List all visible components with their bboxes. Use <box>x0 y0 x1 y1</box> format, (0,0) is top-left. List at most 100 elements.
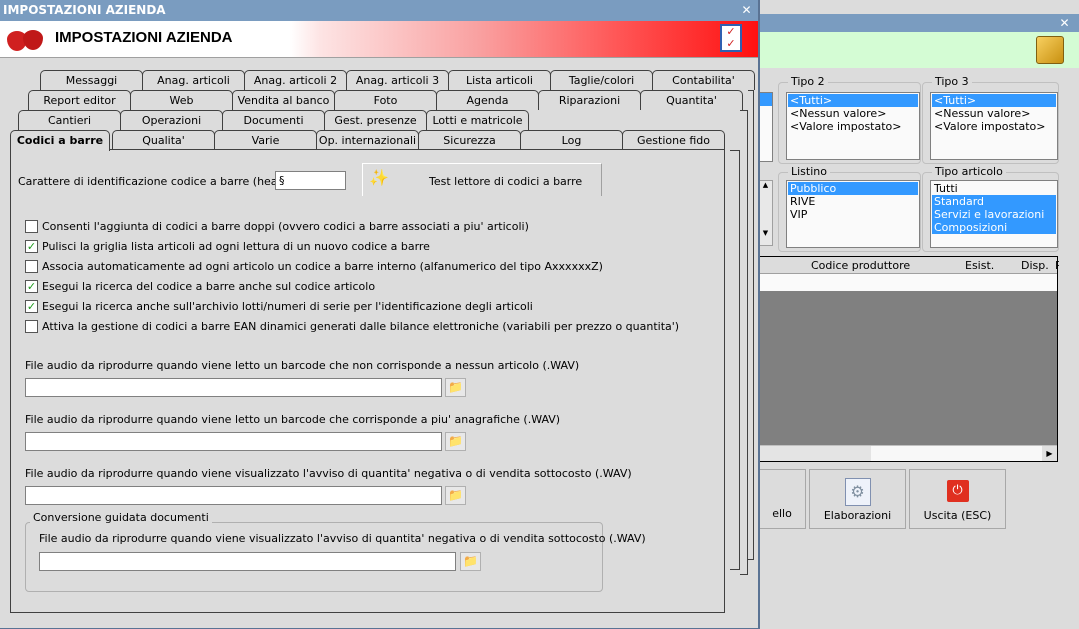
tab-panel-codici-a-barre: Carattere di identificazione codice a ba… <box>10 149 725 613</box>
tab-op-internazionali[interactable]: Op. internazionali <box>316 130 419 150</box>
list-item[interactable]: Pubblico <box>788 182 918 195</box>
list-item[interactable]: RIVE <box>788 195 918 208</box>
file-input[interactable] <box>25 486 442 505</box>
group-label: Tipo articolo <box>932 165 1006 178</box>
listino-listbox[interactable]: Pubblico RIVE VIP <box>786 180 920 248</box>
file-input[interactable] <box>25 378 442 397</box>
close-icon[interactable]: ✕ <box>1058 17 1071 30</box>
dialog-header: IMPOSTAZIONI AZIENDA ✓ ✓ <box>0 21 758 58</box>
checklist-icon[interactable]: ✓ ✓ <box>720 24 742 52</box>
file-input[interactable] <box>39 552 456 571</box>
table-row[interactable] <box>759 274 1057 291</box>
button-label: Elaborazioni <box>823 509 892 522</box>
list-item[interactable]: <Valore impostato> <box>932 120 1056 133</box>
checkbox[interactable] <box>25 320 38 333</box>
tipo2-listbox[interactable]: <Tutti> <Nessun valore> <Valore impostato> <box>786 92 920 160</box>
tab-operazioni[interactable]: Operazioni <box>120 110 223 130</box>
close-icon[interactable]: ✕ <box>740 4 753 17</box>
header-char-input[interactable]: § <box>275 171 346 190</box>
file-input[interactable] <box>25 432 442 451</box>
tipo3-listbox[interactable]: <Tutti> <Nessun valore> <Valore impostato> <box>930 92 1058 160</box>
tab-log[interactable]: Log <box>520 130 623 150</box>
checkbox-label[interactable]: Consenti l'aggiunta di codici a barre do… <box>42 220 529 233</box>
test-barcode-reader-button[interactable]: ✨ Test lettore di codici a barre <box>362 163 602 196</box>
checkbox[interactable]: ✓ <box>25 300 38 313</box>
tab-foto[interactable]: Foto <box>334 90 437 110</box>
list-item[interactable]: Servizi e lavorazioni <box>932 208 1056 221</box>
elaborazioni-button[interactable]: ⚙ Elaborazioni <box>809 469 906 529</box>
power-icon: ⏻ <box>946 480 969 502</box>
tab-riparazioni[interactable]: Riparazioni <box>538 90 641 110</box>
checkbox-label[interactable]: Pulisci la griglia lista articoli ad ogn… <box>42 240 430 253</box>
tab-web[interactable]: Web <box>130 90 233 110</box>
list-item[interactable]: VIP <box>788 208 918 221</box>
horizontal-scrollbar[interactable]: ▶ <box>759 445 1057 461</box>
list-item[interactable]: Tutti <box>932 182 1056 195</box>
group-label: Tipo 2 <box>788 75 828 88</box>
folder-icon[interactable]: 📁 <box>445 432 466 451</box>
magic-wand-icon: ✨ <box>369 168 389 187</box>
checkbox[interactable] <box>25 260 38 273</box>
window-header <box>758 32 1079 68</box>
tab-varie[interactable]: Varie <box>214 130 317 150</box>
tab-quantita[interactable]: Quantita' <box>640 90 743 110</box>
page-edge <box>730 150 740 570</box>
list-item[interactable]: <Nessun valore> <box>788 107 918 120</box>
column-header[interactable]: Codice produttore <box>811 259 910 272</box>
button-label: Test lettore di codici a barre <box>429 175 583 188</box>
tab-agenda[interactable]: Agenda <box>436 90 539 110</box>
folder-icon[interactable]: 📁 <box>445 378 466 397</box>
partial-button[interactable]: ello <box>758 469 806 529</box>
tab-gestione-fido[interactable]: Gestione fido <box>622 130 725 150</box>
tab-contabilita[interactable]: Contabilita' <box>652 70 755 90</box>
tab-codici-a-barre[interactable]: Codici a barre <box>10 130 110 151</box>
title-bar: IMPOSTAZIONI AZIENDA <box>0 0 758 21</box>
tab-lista-articoli[interactable]: Lista articoli <box>448 70 551 90</box>
partial-list[interactable] <box>758 92 773 162</box>
tab-lotti-e-matricole[interactable]: Lotti e matricole <box>426 110 529 130</box>
button-label: ello <box>772 507 792 520</box>
column-header[interactable]: P <box>1055 259 1059 272</box>
tab-qualita[interactable]: Qualita' <box>112 130 215 150</box>
strawberry-icon <box>7 27 43 51</box>
checkbox-label[interactable]: Attiva la gestione di codici a barre EAN… <box>42 320 679 333</box>
articles-grid[interactable]: Codice produttore Esist. Disp. P ▶ <box>758 256 1059 462</box>
checkbox-label[interactable]: Esegui la ricerca anche sull'archivio lo… <box>42 300 533 313</box>
tab-anag-articoli[interactable]: Anag. articoli <box>142 70 245 90</box>
uscita-button[interactable]: ⏻ Uscita (ESC) <box>909 469 1006 529</box>
checkbox[interactable]: ✓ <box>25 280 38 293</box>
page-edge <box>740 110 748 575</box>
folder-icon[interactable]: 📁 <box>460 552 481 571</box>
tab-anag-articoli-3[interactable]: Anag. articoli 3 <box>346 70 449 90</box>
column-header[interactable]: Disp. <box>1021 259 1049 272</box>
tab-gest-presenze[interactable]: Gest. presenze <box>324 110 427 130</box>
group-label: Tipo 3 <box>932 75 972 88</box>
group-label: Listino <box>788 165 830 178</box>
title-bar <box>758 14 1079 32</box>
list-item[interactable]: <Valore impostato> <box>788 120 918 133</box>
tipo-articolo-listbox[interactable]: Tutti Standard Servizi e lavorazioni Compos… <box>930 180 1058 248</box>
file-label: File audio da riprodurre quando viene le… <box>25 413 561 426</box>
list-item[interactable]: Composizioni <box>932 221 1056 234</box>
checkbox[interactable] <box>25 220 38 233</box>
list-item[interactable]: Standard <box>932 195 1056 208</box>
column-header[interactable]: Esist. <box>965 259 994 272</box>
tab-anag-articoli-2[interactable]: Anag. articoli 2 <box>244 70 347 90</box>
tab-cantieri[interactable]: Cantieri <box>18 110 121 130</box>
list-item[interactable]: <Nessun valore> <box>932 107 1056 120</box>
checkbox-label[interactable]: Associa automaticamente ad ogni articolo… <box>42 260 603 273</box>
checkbox-label[interactable]: Esegui la ricerca del codice a barre anc… <box>42 280 375 293</box>
tab-sicurezza[interactable]: Sicurezza <box>418 130 521 150</box>
list-item[interactable]: <Tutti> <box>932 94 1056 107</box>
folder-icon[interactable]: 📁 <box>445 486 466 505</box>
tab-report-editor[interactable]: Report editor <box>28 90 131 110</box>
tab-taglie-colori[interactable]: Taglie/colori <box>550 70 653 90</box>
scrollbar[interactable]: ▲ ▼ <box>758 180 773 246</box>
list-item[interactable]: <Tutti> <box>788 94 918 107</box>
tab-vendita-al-banco[interactable]: Vendita al banco <box>232 90 335 110</box>
tab-messaggi[interactable]: Messaggi <box>40 70 143 90</box>
checkbox[interactable]: ✓ <box>25 240 38 253</box>
file-label: File audio da riprodurre quando viene vi… <box>25 467 632 480</box>
tab-documenti[interactable]: Documenti <box>222 110 325 130</box>
header-title: IMPOSTAZIONI AZIENDA <box>55 29 233 46</box>
